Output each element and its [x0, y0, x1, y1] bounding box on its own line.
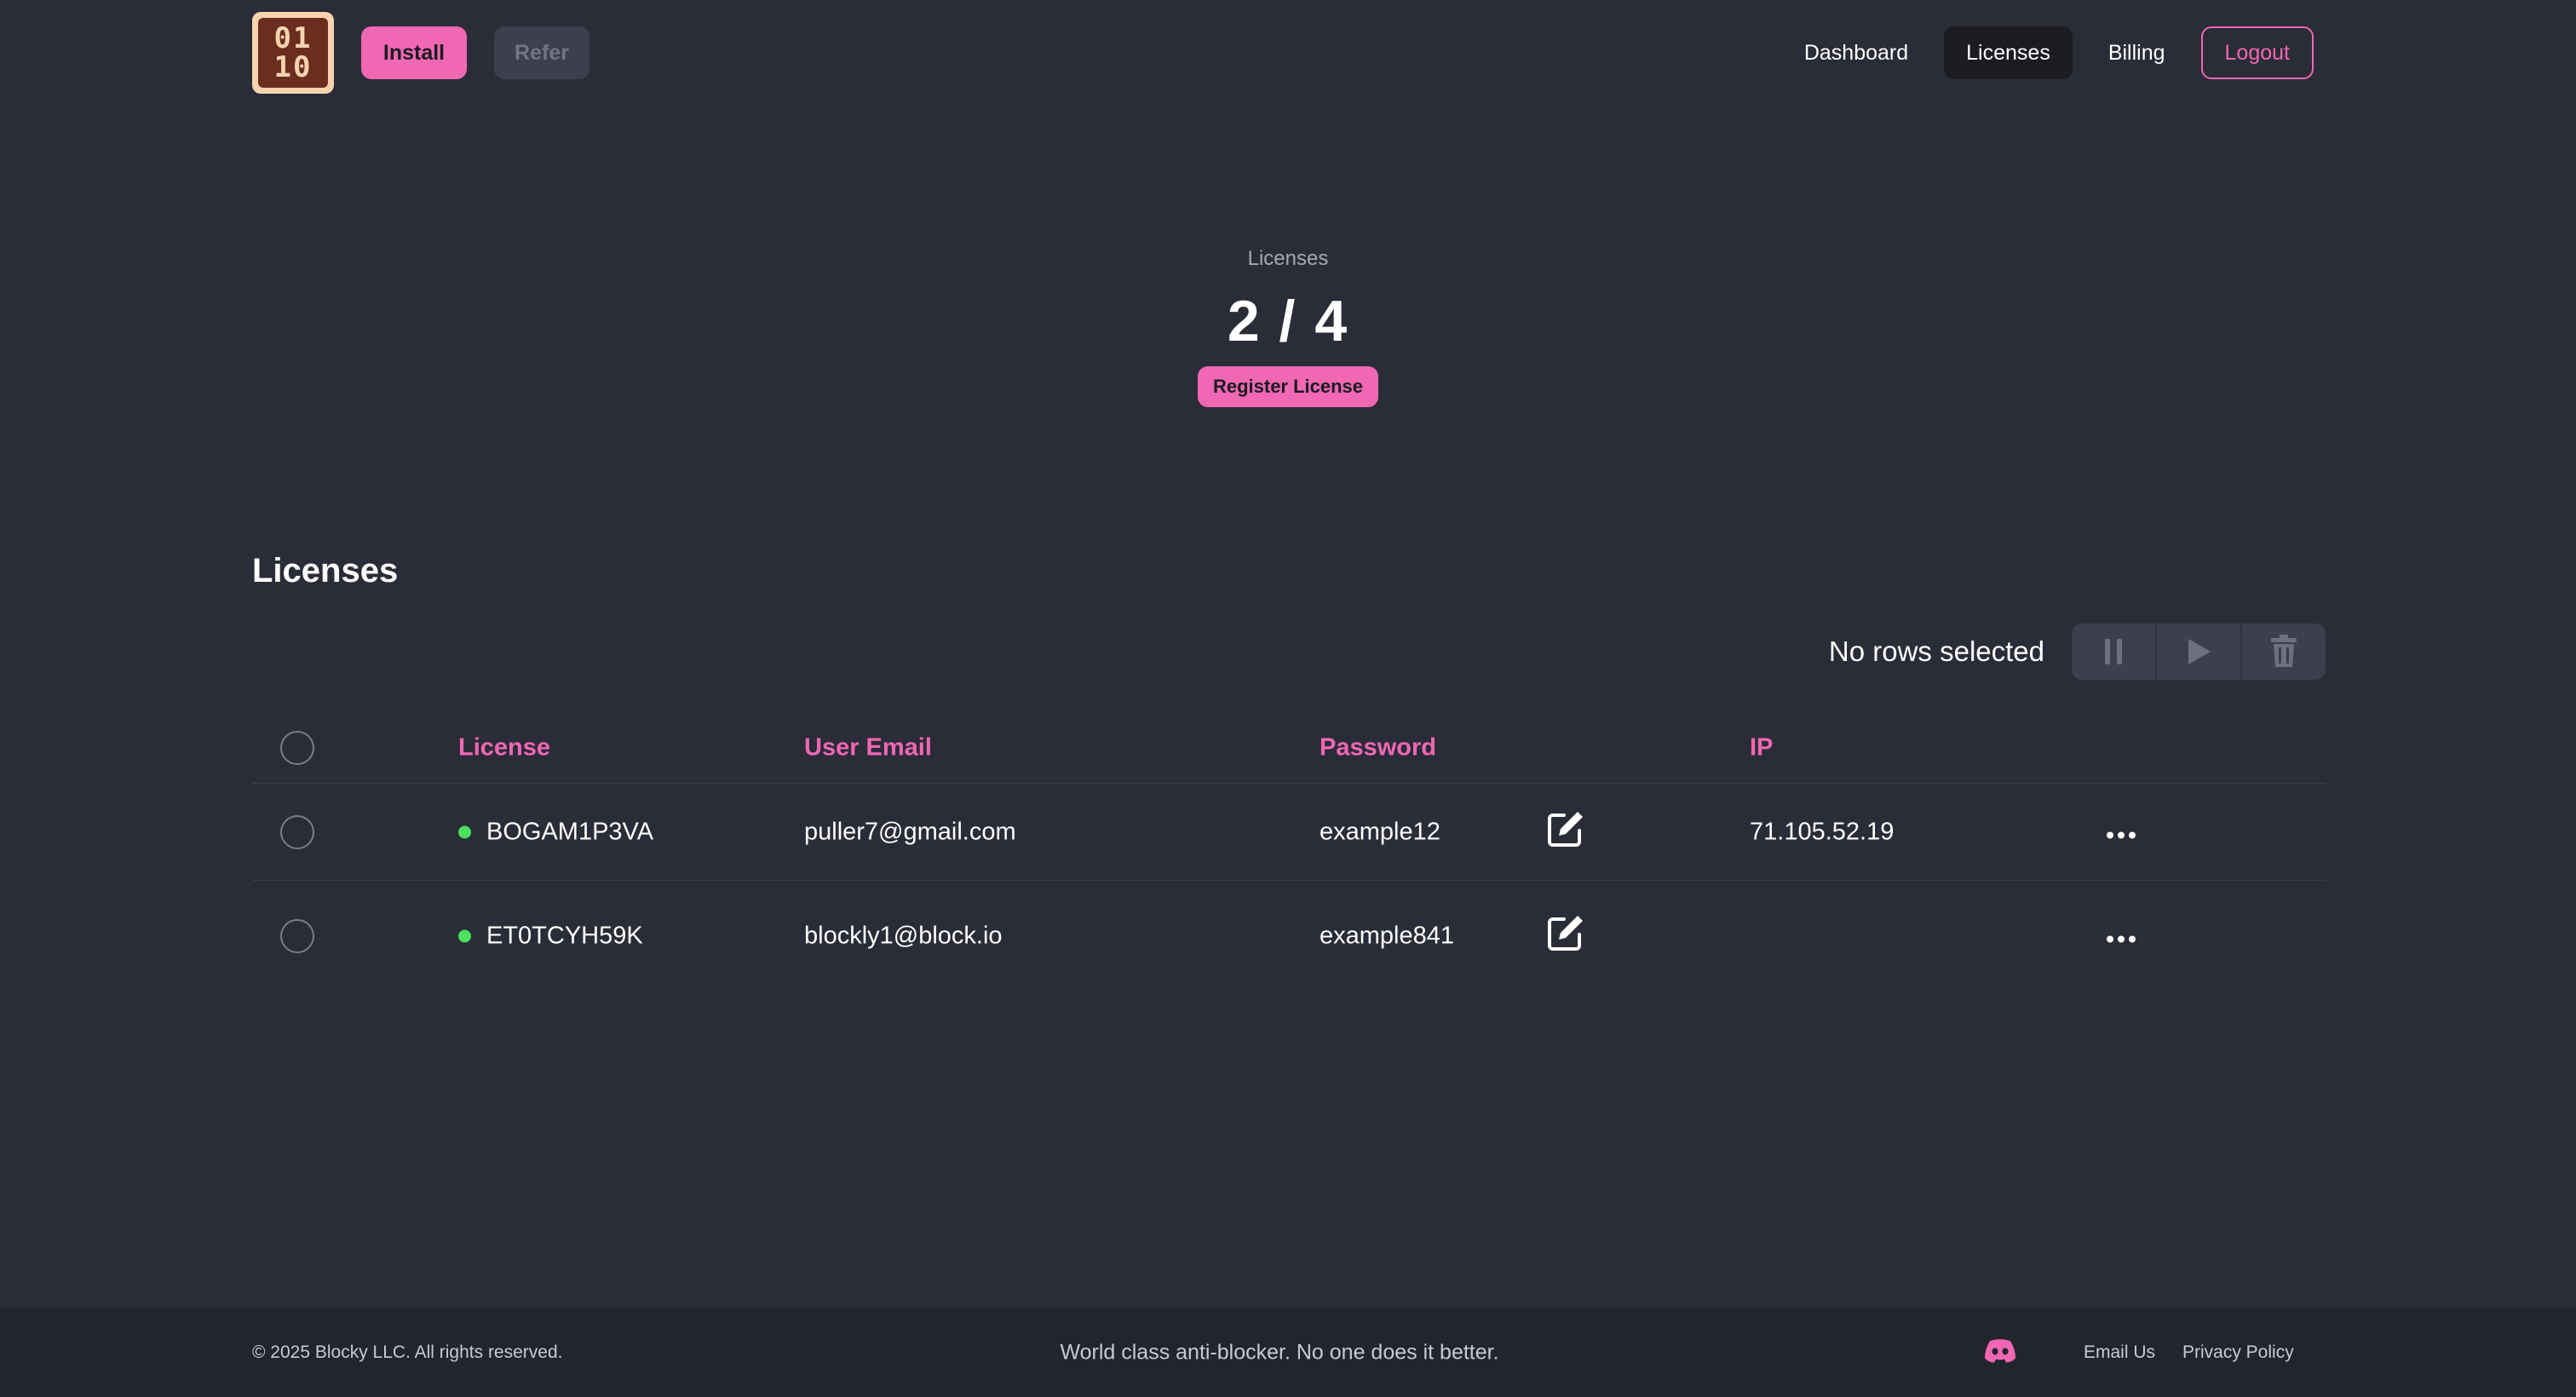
logo[interactable]: 01 10 — [252, 12, 334, 94]
table-row: BOGAM1P3VA puller7@gmail.com example12 7… — [252, 784, 2326, 881]
table-row: ET0TCYH59K blockly1@block.io example841 — [252, 881, 2326, 992]
column-header-email[interactable]: User Email — [804, 733, 932, 762]
discord-link[interactable] — [1983, 1338, 2017, 1368]
trash-icon — [2271, 635, 2297, 667]
install-button[interactable]: Install — [361, 26, 467, 79]
privacy-policy-link[interactable]: Privacy Policy — [2182, 1342, 2294, 1363]
refer-button[interactable]: Refer — [494, 26, 589, 79]
logout-button[interactable]: Logout — [2200, 26, 2314, 79]
license-cell: ET0TCYH59K — [458, 923, 643, 951]
email-cell: puller7@gmail.com — [804, 818, 1016, 845]
more-icon — [2107, 831, 2136, 838]
logo-mark: 01 10 — [258, 18, 328, 88]
email-cell: blockly1@block.io — [804, 922, 1003, 950]
play-icon — [2188, 639, 2211, 664]
password-cell: example12 — [1320, 818, 1440, 845]
status-dot — [458, 929, 471, 943]
column-header-license[interactable]: License — [458, 733, 550, 762]
edit-icon — [1548, 811, 1583, 847]
top-nav: Dashboard Licenses Billing Logout — [1768, 26, 2314, 79]
stats-value: 2 / 4 — [1227, 289, 1349, 354]
edit-password-button[interactable] — [1545, 808, 1586, 856]
row-checkbox[interactable] — [280, 919, 314, 953]
column-header-password[interactable]: Password — [1320, 733, 1436, 762]
register-license-button[interactable]: Register License — [1197, 366, 1379, 407]
column-header-ip[interactable]: IP — [1750, 733, 1773, 762]
pause-icon — [2105, 639, 2122, 664]
nav-billing[interactable]: Billing — [2086, 26, 2188, 79]
row-menu-button[interactable] — [2106, 818, 2136, 846]
logo-line-1: 01 — [273, 21, 313, 55]
edit-icon — [1548, 916, 1583, 951]
password-cell: example841 — [1320, 922, 1454, 950]
license-key: ET0TCYH59K — [486, 922, 643, 950]
logo-line-2: 10 — [273, 50, 313, 84]
nav-dashboard[interactable]: Dashboard — [1782, 26, 1930, 79]
license-stats: Licenses 2 / 4 Register License — [0, 247, 2576, 407]
row-checkbox[interactable] — [280, 814, 314, 849]
ip-cell: 71.105.52.19 — [1750, 818, 1895, 845]
page: 01 10 Install Refer Dashboard Licenses B… — [0, 0, 2576, 1397]
edit-password-button[interactable] — [1545, 912, 1586, 960]
email-us-link[interactable]: Email Us — [2084, 1342, 2155, 1363]
license-cell: BOGAM1P3VA — [458, 818, 653, 846]
delete-button[interactable] — [2242, 624, 2326, 680]
stats-label: Licenses — [1247, 247, 1329, 270]
licenses-table: License User Email Password IP BOGAM1P3V… — [252, 712, 2326, 992]
footer: © 2025 Blocky LLC. All rights reserved. … — [0, 1308, 2576, 1397]
selection-status: No rows selected — [1828, 635, 2044, 667]
more-icon — [2107, 935, 2136, 943]
status-dot — [458, 825, 471, 838]
pause-button[interactable] — [2072, 624, 2157, 680]
license-key: BOGAM1P3VA — [486, 818, 654, 845]
bulk-actions — [2072, 624, 2326, 680]
section-title: Licenses — [252, 552, 399, 589]
tagline-text: World class anti-blocker. No one does it… — [1060, 1340, 1499, 1365]
select-all-checkbox[interactable] — [280, 730, 314, 765]
play-button[interactable] — [2157, 624, 2242, 680]
table-header: License User Email Password IP — [252, 712, 2326, 784]
discord-icon — [1985, 1339, 2015, 1363]
row-menu-button[interactable] — [2106, 923, 2136, 951]
header: 01 10 Install Refer Dashboard Licenses B… — [252, 12, 2314, 94]
nav-licenses[interactable]: Licenses — [1944, 26, 2073, 79]
